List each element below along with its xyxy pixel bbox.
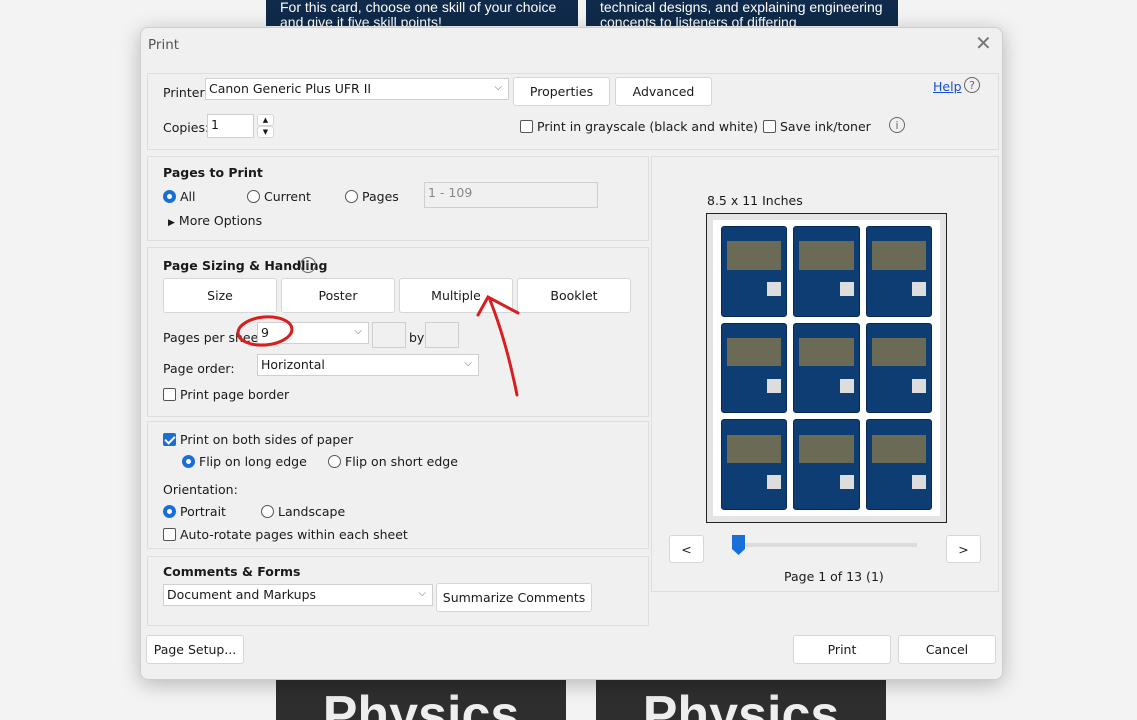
annotation-circle (236, 315, 294, 347)
red-annotation (236, 294, 520, 397)
annotation-arrow (476, 294, 520, 397)
